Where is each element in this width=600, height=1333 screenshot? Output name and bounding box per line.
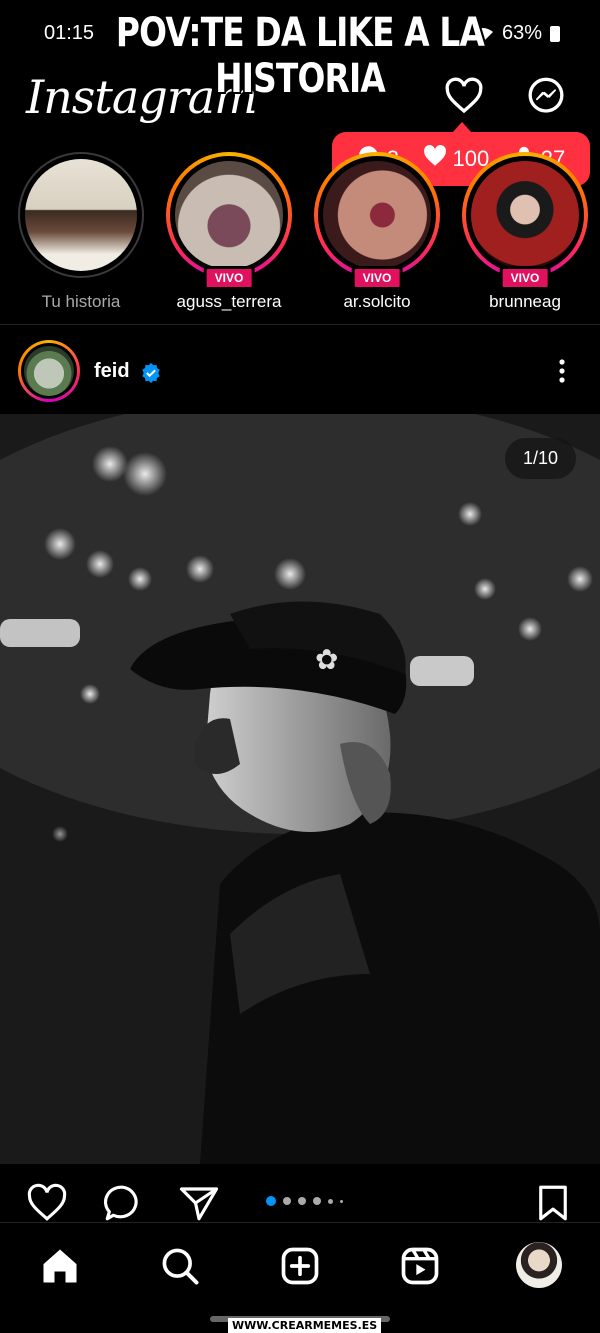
story-ring: VIVO — [166, 152, 292, 290]
reels-icon[interactable] — [398, 1244, 442, 1288]
story-ring — [18, 152, 144, 278]
carousel-dot — [340, 1199, 343, 1203]
post-actions — [0, 1178, 600, 1226]
comment-icon[interactable] — [102, 1182, 144, 1224]
story-item[interactable]: VIVO ar.solcito — [302, 152, 452, 312]
live-badge: VIVO — [351, 266, 403, 290]
post-header: feid — [0, 336, 600, 408]
carousel-dot — [328, 1198, 333, 1204]
more-options-icon[interactable] — [552, 356, 572, 386]
avatar — [25, 159, 137, 271]
avatar — [175, 161, 283, 269]
carousel-dot — [283, 1197, 291, 1205]
live-badge: VIVO — [499, 266, 551, 290]
carousel-dot — [313, 1197, 321, 1205]
story-item[interactable]: VIVO aguss_terrera — [154, 152, 304, 312]
meme-caption: POV:TE DA LIKE A LA HISTORIA — [54, 10, 546, 102]
story-own[interactable]: Tu historia — [6, 152, 156, 312]
bottom-nav — [0, 1238, 600, 1298]
avatar — [471, 161, 579, 269]
story-label: ar.solcito — [343, 292, 411, 311]
avatar — [323, 161, 431, 269]
watermark: WWW.CREARMEMES.ES — [228, 1318, 382, 1333]
story-ring: VIVO — [462, 152, 588, 290]
story-label: Tu historia — [41, 292, 121, 311]
profile-avatar[interactable] — [516, 1242, 562, 1288]
battery-icon — [550, 25, 560, 42]
live-badge: VIVO — [203, 266, 255, 290]
story-item[interactable]: VIVO brunneag — [450, 152, 600, 312]
verified-badge-icon — [140, 362, 162, 384]
like-icon[interactable] — [26, 1182, 68, 1224]
bookmark-icon[interactable] — [532, 1182, 574, 1224]
carousel-dots — [266, 1196, 343, 1206]
create-post-icon[interactable] — [278, 1244, 322, 1288]
share-icon[interactable] — [178, 1182, 220, 1224]
post-username[interactable]: feid — [94, 360, 130, 383]
post-photo-illustration: ✿ — [0, 414, 600, 1164]
bottom-nav-divider — [0, 1222, 600, 1223]
home-icon[interactable] — [38, 1244, 82, 1288]
carousel-dot — [298, 1197, 306, 1205]
post-avatar[interactable] — [18, 340, 80, 402]
post-image[interactable]: ✿ 1/10 — [0, 414, 600, 1164]
search-icon[interactable] — [158, 1244, 202, 1288]
stories-tray: Tu historia VIVO aguss_terrera VIVO ar.s… — [0, 152, 600, 322]
carousel-dot — [266, 1196, 276, 1206]
story-label: aguss_terrera — [176, 292, 282, 311]
meme-caption-line1: POV:TE DA LIKE A LA — [115, 10, 485, 56]
story-ring: VIVO — [314, 152, 440, 290]
stories-divider — [0, 324, 600, 325]
story-label: brunneag — [489, 292, 561, 311]
meme-caption-line2: HISTORIA — [215, 56, 386, 102]
carousel-counter: 1/10 — [504, 438, 576, 479]
svg-text:✿: ✿ — [315, 643, 338, 676]
